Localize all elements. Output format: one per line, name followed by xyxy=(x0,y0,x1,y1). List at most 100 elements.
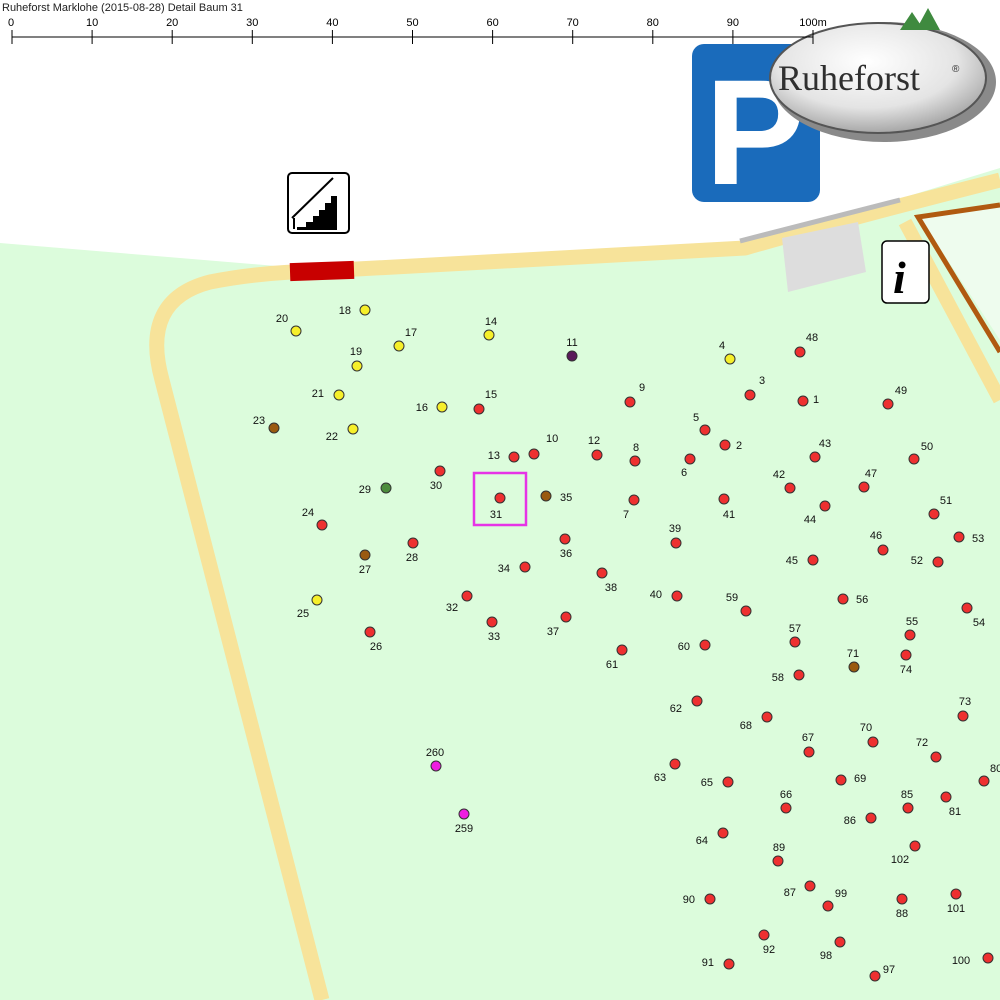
tree-marker-46[interactable] xyxy=(877,544,889,556)
tree-marker-4[interactable] xyxy=(724,353,736,365)
tree-marker-97[interactable] xyxy=(869,970,881,982)
tree-marker-52[interactable] xyxy=(932,556,944,568)
tree-marker-57[interactable] xyxy=(789,636,801,648)
tree-marker-23[interactable] xyxy=(268,422,280,434)
tree-marker-260[interactable] xyxy=(430,760,442,772)
tree-marker-58[interactable] xyxy=(793,669,805,681)
tree-marker-60[interactable] xyxy=(699,639,711,651)
tree-marker-41[interactable] xyxy=(718,493,730,505)
tree-marker-32[interactable] xyxy=(461,590,473,602)
tree-label-62: 62 xyxy=(670,703,682,715)
tree-marker-6[interactable] xyxy=(684,453,696,465)
tree-marker-7[interactable] xyxy=(628,494,640,506)
tree-marker-16[interactable] xyxy=(436,401,448,413)
tree-marker-72[interactable] xyxy=(930,751,942,763)
tree-marker-13[interactable] xyxy=(508,451,520,463)
scale-tick-label: 40 xyxy=(326,17,338,29)
tree-marker-50[interactable] xyxy=(908,453,920,465)
tree-marker-8[interactable] xyxy=(629,455,641,467)
tree-marker-63[interactable] xyxy=(669,758,681,770)
tree-marker-24[interactable] xyxy=(316,519,328,531)
tree-label-40: 40 xyxy=(650,589,662,601)
tree-marker-34[interactable] xyxy=(519,561,531,573)
tree-marker-62[interactable] xyxy=(691,695,703,707)
tree-marker-61[interactable] xyxy=(616,644,628,656)
tree-marker-21[interactable] xyxy=(333,389,345,401)
tree-marker-45[interactable] xyxy=(807,554,819,566)
tree-marker-18[interactable] xyxy=(359,304,371,316)
tree-marker-85[interactable] xyxy=(902,802,914,814)
tree-label-63: 63 xyxy=(654,772,666,784)
tree-marker-31[interactable] xyxy=(494,492,506,504)
tree-marker-91[interactable] xyxy=(723,958,735,970)
tree-marker-47[interactable] xyxy=(858,481,870,493)
tree-marker-35[interactable] xyxy=(540,490,552,502)
tree-marker-1[interactable] xyxy=(797,395,809,407)
tree-marker-259[interactable] xyxy=(458,808,470,820)
tree-marker-43[interactable] xyxy=(809,451,821,463)
tree-marker-29[interactable] xyxy=(380,482,392,494)
tree-marker-37[interactable] xyxy=(560,611,572,623)
tree-marker-42[interactable] xyxy=(784,482,796,494)
tree-marker-14[interactable] xyxy=(483,329,495,341)
tree-marker-12[interactable] xyxy=(591,449,603,461)
tree-marker-40[interactable] xyxy=(671,590,683,602)
tree-marker-20[interactable] xyxy=(290,325,302,337)
tree-marker-10[interactable] xyxy=(528,448,540,460)
tree-marker-49[interactable] xyxy=(882,398,894,410)
tree-marker-89[interactable] xyxy=(772,855,784,867)
tree-marker-92[interactable] xyxy=(758,929,770,941)
tree-marker-101[interactable] xyxy=(950,888,962,900)
tree-marker-69[interactable] xyxy=(835,774,847,786)
tree-marker-44[interactable] xyxy=(819,500,831,512)
tree-marker-66[interactable] xyxy=(780,802,792,814)
tree-marker-74[interactable] xyxy=(900,649,912,661)
tree-marker-59[interactable] xyxy=(740,605,752,617)
tree-marker-54[interactable] xyxy=(961,602,973,614)
tree-marker-3[interactable] xyxy=(744,389,756,401)
tree-marker-51[interactable] xyxy=(928,508,940,520)
tree-marker-27[interactable] xyxy=(359,549,371,561)
tree-marker-30[interactable] xyxy=(434,465,446,477)
tree-marker-90[interactable] xyxy=(704,893,716,905)
tree-marker-68[interactable] xyxy=(761,711,773,723)
scale-tick-label: 60 xyxy=(486,17,498,29)
forest-map[interactable]: P i Ruheforst ® Ruheforst Marklohe (2015… xyxy=(0,0,1000,1000)
tree-marker-39[interactable] xyxy=(670,537,682,549)
tree-marker-2[interactable] xyxy=(719,439,731,451)
tree-marker-88[interactable] xyxy=(896,893,908,905)
tree-marker-98[interactable] xyxy=(834,936,846,948)
tree-marker-102[interactable] xyxy=(909,840,921,852)
tree-marker-65[interactable] xyxy=(722,776,734,788)
tree-marker-5[interactable] xyxy=(699,424,711,436)
tree-marker-80[interactable] xyxy=(978,775,990,787)
tree-marker-19[interactable] xyxy=(351,360,363,372)
tree-marker-55[interactable] xyxy=(904,629,916,641)
tree-marker-15[interactable] xyxy=(473,403,485,415)
tree-marker-99[interactable] xyxy=(822,900,834,912)
tree-marker-86[interactable] xyxy=(865,812,877,824)
tree-marker-87[interactable] xyxy=(804,880,816,892)
tree-marker-64[interactable] xyxy=(717,827,729,839)
tree-marker-73[interactable] xyxy=(957,710,969,722)
info-icon[interactable]: i xyxy=(881,240,930,304)
tree-marker-17[interactable] xyxy=(393,340,405,352)
tree-marker-36[interactable] xyxy=(559,533,571,545)
tree-marker-71[interactable] xyxy=(848,661,860,673)
tree-marker-100[interactable] xyxy=(982,952,994,964)
tree-marker-53[interactable] xyxy=(953,531,965,543)
tree-marker-11[interactable] xyxy=(566,350,578,362)
tree-marker-38[interactable] xyxy=(596,567,608,579)
tree-marker-70[interactable] xyxy=(867,736,879,748)
tree-marker-48[interactable] xyxy=(794,346,806,358)
tree-marker-28[interactable] xyxy=(407,537,419,549)
tree-marker-25[interactable] xyxy=(311,594,323,606)
tree-marker-26[interactable] xyxy=(364,626,376,638)
tree-marker-9[interactable] xyxy=(624,396,636,408)
tree-marker-22[interactable] xyxy=(347,423,359,435)
tree-marker-33[interactable] xyxy=(486,616,498,628)
tree-marker-56[interactable] xyxy=(837,593,849,605)
tree-marker-81[interactable] xyxy=(940,791,952,803)
tree-label-19: 19 xyxy=(350,346,362,358)
tree-marker-67[interactable] xyxy=(803,746,815,758)
